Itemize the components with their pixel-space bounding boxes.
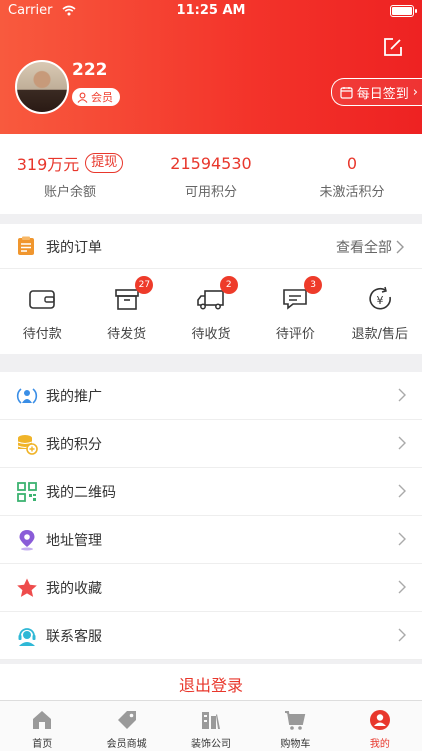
tab-label: 首页 xyxy=(32,739,53,750)
tab-mine[interactable]: 我的 xyxy=(338,701,422,751)
coins-icon xyxy=(17,435,38,455)
battery-icon xyxy=(390,5,417,17)
person-icon xyxy=(77,92,88,103)
building-icon xyxy=(202,712,221,729)
chevron-right-icon xyxy=(398,388,406,402)
signin-label: 每日签到 xyxy=(356,86,409,102)
tab-decoration-company[interactable]: 装饰公司 xyxy=(169,701,253,751)
order-pending-review[interactable]: 3 待评价 xyxy=(253,276,337,342)
tab-label: 装饰公司 xyxy=(191,739,232,750)
order-status-label: 退款/售后 xyxy=(351,327,408,342)
tab-bar: 首页 会员商城 装饰公司 购物车 我的 xyxy=(0,700,422,751)
count-badge: 2 xyxy=(219,276,238,294)
menu-item-label: 我的二维码 xyxy=(46,485,116,501)
order-status-label: 待评价 xyxy=(275,327,315,342)
points-stat[interactable]: 21594530 可用积分 xyxy=(141,152,281,201)
cart-icon xyxy=(285,711,306,730)
order-status-label: 待发货 xyxy=(107,327,147,342)
order-status-label: 待付款 xyxy=(22,327,62,342)
star-icon xyxy=(17,578,37,597)
menu-item-address[interactable]: 地址管理 xyxy=(0,516,422,564)
menu-item-label: 联系客服 xyxy=(46,629,102,645)
svg-text:¥: ¥ xyxy=(376,294,383,307)
menu-item-points[interactable]: 我的积分 xyxy=(0,420,422,468)
qrcode-icon xyxy=(17,482,37,502)
status-bar: Carrier 11:25 AM xyxy=(0,0,422,22)
orders-header[interactable]: 我的订单 查看全部 xyxy=(0,224,422,269)
orders-section: 我的订单 查看全部 待付款 27 待发货 2 待收货 3 待评价 ¥ 退款/售后 xyxy=(0,224,422,354)
balance-label: 账户余额 xyxy=(43,185,96,200)
account-stats: 319万元 提现 账户余额 21594530 可用积分 0 未激活积分 xyxy=(0,134,422,214)
order-pending-shipment[interactable]: 27 待发货 xyxy=(84,276,168,342)
order-refund[interactable]: ¥ 退款/售后 xyxy=(338,284,422,342)
view-all-orders-link[interactable]: 查看全部 xyxy=(336,237,404,257)
username: 222 xyxy=(72,60,108,80)
inactive-points-stat[interactable]: 0 未激活积分 xyxy=(282,152,422,201)
view-all-label: 查看全部 xyxy=(336,240,392,256)
tag-icon xyxy=(117,711,136,729)
menu-list: 我的推广 我的积分 我的二维码 地址管理 我的收藏 联系客服 xyxy=(0,372,422,660)
chevron-right-icon xyxy=(398,532,406,546)
order-pending-payment[interactable]: 待付款 xyxy=(0,284,84,342)
chevron-right-icon xyxy=(398,580,406,594)
daily-signin-button[interactable]: 每日签到 › xyxy=(330,78,422,106)
member-badge: 会员 xyxy=(72,88,120,106)
customer-service-icon xyxy=(18,628,36,646)
chevron-right-icon xyxy=(396,240,404,254)
broadcast-icon xyxy=(16,388,38,404)
menu-item-label: 我的收藏 xyxy=(46,581,102,597)
orders-title: 我的订单 xyxy=(46,240,102,256)
chevron-right-icon: › xyxy=(412,84,418,100)
menu-item-label: 地址管理 xyxy=(46,533,102,549)
profile-header: Carrier 11:25 AM 222 会员 每日签到 › xyxy=(0,0,422,134)
tab-home[interactable]: 首页 xyxy=(0,701,84,751)
inactive-points-value: 0 xyxy=(346,153,358,173)
tab-cart[interactable]: 购物车 xyxy=(253,701,337,751)
calendar-icon xyxy=(340,86,353,99)
user-icon xyxy=(369,710,390,730)
refund-icon: ¥ xyxy=(369,286,391,310)
order-status-row: 待付款 27 待发货 2 待收货 3 待评价 ¥ 退款/售后 xyxy=(0,276,422,342)
points-value: 21594530 xyxy=(170,153,252,173)
chevron-right-icon xyxy=(398,628,406,642)
edit-icon[interactable] xyxy=(382,36,404,58)
clock: 11:25 AM xyxy=(176,3,246,18)
tab-label: 我的 xyxy=(369,739,390,750)
order-pending-receipt[interactable]: 2 待收货 xyxy=(169,276,253,342)
wallet-icon xyxy=(29,290,55,309)
member-label: 会员 xyxy=(91,91,113,104)
tab-member-mall[interactable]: 会员商城 xyxy=(84,701,168,751)
balance-stat: 319万元 提现 账户余额 xyxy=(0,152,140,200)
inactive-points-label: 未激活积分 xyxy=(319,185,385,200)
chevron-right-icon xyxy=(398,436,406,450)
balance-value: 319万元 xyxy=(16,155,80,174)
avatar[interactable] xyxy=(15,60,69,114)
menu-item-customer-service[interactable]: 联系客服 xyxy=(0,612,422,660)
menu-item-label: 我的推广 xyxy=(46,389,102,405)
home-icon xyxy=(33,711,52,729)
points-label: 可用积分 xyxy=(184,185,237,200)
menu-item-promotion[interactable]: 我的推广 xyxy=(0,372,422,420)
withdraw-button[interactable]: 提现 xyxy=(85,153,124,173)
location-pin-icon xyxy=(19,530,35,551)
tab-label: 会员商城 xyxy=(106,739,147,750)
order-status-label: 待收货 xyxy=(191,327,231,342)
chevron-right-icon xyxy=(398,484,406,498)
menu-item-favorites[interactable]: 我的收藏 xyxy=(0,564,422,612)
tab-label: 购物车 xyxy=(280,739,311,750)
menu-item-label: 我的积分 xyxy=(46,437,102,453)
clipboard-icon xyxy=(18,236,34,255)
menu-item-qrcode[interactable]: 我的二维码 xyxy=(0,468,422,516)
